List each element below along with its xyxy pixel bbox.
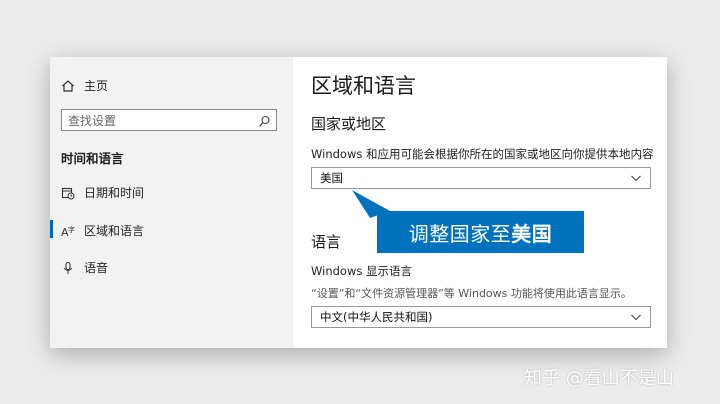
sidebar-item-label: 区域和语言: [84, 224, 145, 238]
search-box[interactable]: [61, 109, 277, 131]
active-indicator: [50, 220, 53, 238]
page-title: 区域和语言: [311, 74, 416, 98]
sidebar-item-region-language[interactable]: A字 区域和语言: [61, 222, 144, 239]
sidebar-item-label: 日期和时间: [84, 186, 145, 200]
sidebar-item-date-time[interactable]: 日期和时间: [61, 184, 144, 201]
sidebar-home[interactable]: 主页: [61, 77, 108, 94]
microphone-icon: [61, 261, 75, 275]
display-language-select[interactable]: 中文(中华人民共和国): [311, 306, 651, 328]
search-icon[interactable]: [258, 113, 271, 127]
sidebar-home-label: 主页: [84, 79, 109, 93]
sidebar: 主页 时间和语言 日期和时间 A字 区域和语言 语音: [50, 57, 293, 348]
region-description: Windows 和应用可能会根据你所在的国家或地区向你提供本地内容: [311, 147, 654, 161]
callout-prefix: 调整国家至: [408, 221, 512, 246]
region-select[interactable]: 美国: [311, 167, 651, 189]
sidebar-item-label: 语音: [84, 261, 109, 275]
calendar-clock-icon: [61, 186, 75, 200]
language-icon: A字: [61, 224, 75, 238]
sidebar-section-title: 时间和语言: [61, 151, 124, 166]
language-heading: 语言: [311, 233, 342, 251]
search-input[interactable]: [62, 111, 248, 131]
svg-text:字: 字: [68, 225, 75, 234]
sidebar-item-speech[interactable]: 语音: [61, 259, 108, 276]
watermark: 知乎 @看山不是山: [524, 368, 674, 389]
region-heading: 国家或地区: [311, 115, 387, 133]
display-language-label: Windows 显示语言: [311, 264, 412, 278]
display-language-description: “设置”和“文件资源管理器”等 Windows 功能将使用此语言显示。: [311, 287, 632, 300]
display-language-select-value: 中文(中华人民共和国): [320, 310, 433, 324]
callout-emphasis: 美国: [511, 221, 553, 246]
chevron-down-icon: [630, 172, 642, 184]
home-icon: [61, 79, 75, 93]
region-select-value: 美国: [320, 171, 343, 185]
callout-annotation: 调整国家至 美国: [377, 211, 584, 253]
chevron-down-icon: [630, 311, 642, 323]
